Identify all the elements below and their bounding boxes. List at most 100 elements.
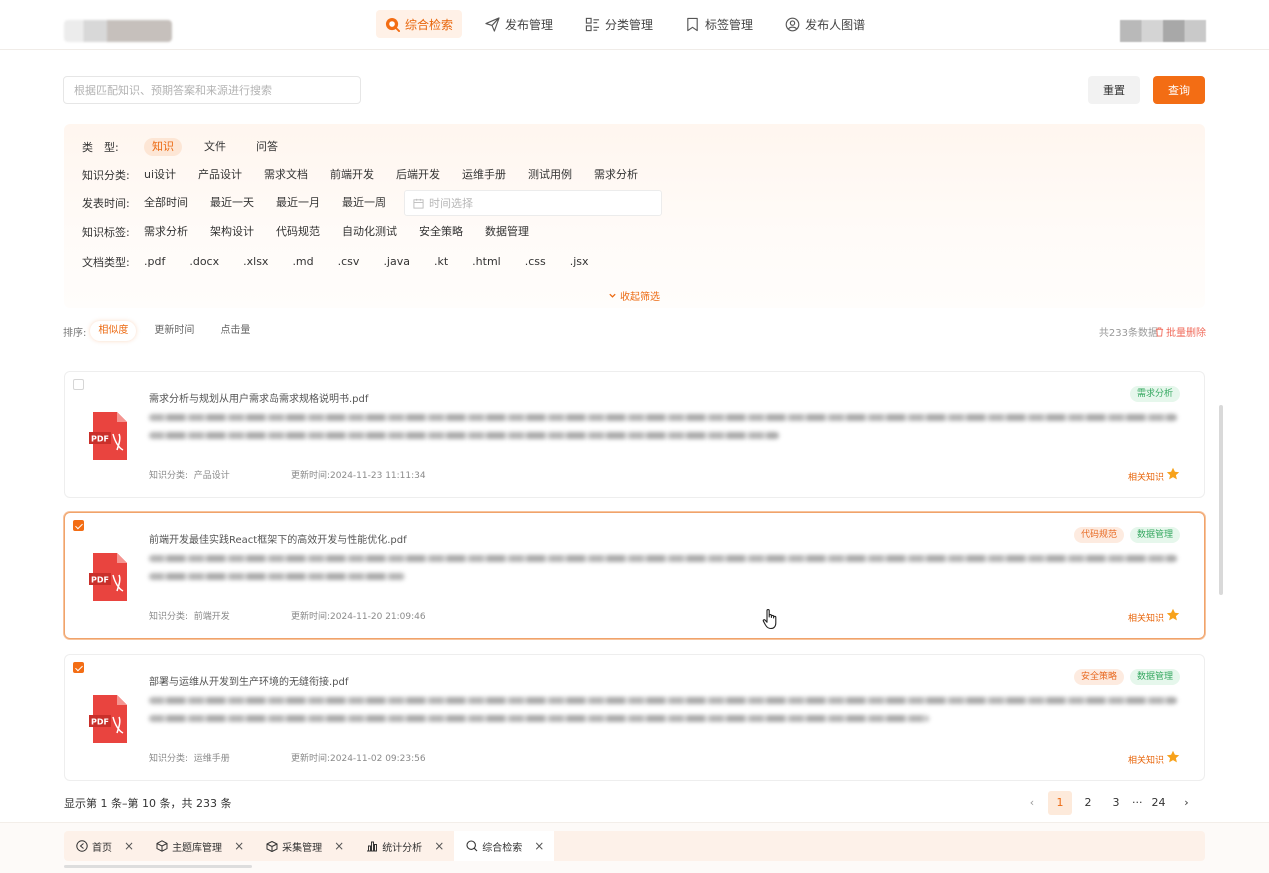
filter-option[interactable]: 需求文档 (256, 166, 316, 184)
search-input[interactable] (63, 76, 361, 104)
user-avatar[interactable] (1120, 20, 1206, 42)
filter-option[interactable]: .jsx (562, 253, 597, 271)
result-card[interactable]: PDF 部署与运维从开发到生产环境的无缝衔接.pdf 知识分类: 运维手册 更新… (64, 654, 1205, 781)
collapse-filter-label: 收起筛选 (620, 292, 660, 303)
tag-badge: 需求分析 (1129, 386, 1180, 402)
filter-option[interactable]: 架构设计 (202, 223, 262, 241)
batch-delete-button[interactable]: 批量删除 (1155, 324, 1206, 339)
result-title[interactable]: 部署与运维从开发到生产环境的无缝衔接.pdf (149, 673, 348, 688)
result-title[interactable]: 前端开发最佳实践React框架下的高效开发与性能优化.pdf (149, 531, 407, 546)
page-button[interactable]: 1 (1048, 791, 1072, 815)
sort-option-clicks[interactable]: 点击量 (212, 321, 258, 341)
nav-item-search[interactable]: 综合检索 (376, 10, 463, 38)
filter-option[interactable]: 文件 (196, 138, 234, 156)
meta-category-label: 知识分类: (149, 471, 189, 481)
meta-category-label: 知识分类: (149, 612, 189, 622)
filter-option[interactable]: .java (375, 253, 418, 271)
close-icon[interactable]: × (434, 839, 444, 853)
filter-option[interactable]: 数据管理 (477, 223, 537, 241)
page-ellipsis[interactable]: ··· (1132, 791, 1143, 815)
results-scrollbar[interactable] (1219, 405, 1223, 595)
tab-collection[interactable]: 采集管理 × (254, 831, 354, 861)
filter-option[interactable]: 最近一周 (334, 194, 394, 212)
result-tags: 安全策略 数据管理 (1073, 669, 1180, 685)
reset-button[interactable]: 重置 (1088, 76, 1140, 104)
filter-option[interactable]: 后端开发 (388, 166, 448, 184)
filter-option[interactable]: .kt (426, 253, 456, 271)
star-icon[interactable] (1166, 467, 1180, 481)
filter-option[interactable]: .css (517, 253, 554, 271)
result-card[interactable]: PDF 前端开发最佳实践React框架下的高效开发与性能优化.pdf 知识分类:… (64, 512, 1205, 639)
prev-page-button[interactable]: ‹ (1020, 791, 1044, 815)
nav-item-label: 综合检索 (405, 17, 454, 32)
page-button[interactable]: 24 (1147, 791, 1171, 815)
filter-option[interactable]: 代码规范 (268, 223, 328, 241)
filter-option[interactable]: ui设计 (144, 166, 184, 184)
filter-option[interactable]: .docx (181, 253, 227, 271)
nav-item-category[interactable]: 分类管理 (576, 10, 662, 38)
result-card[interactable]: PDF 需求分析与规划从用户需求岛需求规格说明书.pdf 知识分类: 产品设计 … (64, 371, 1205, 498)
filter-option[interactable]: 问答 (248, 138, 286, 156)
nav-item-publish[interactable]: 发布管理 (476, 10, 562, 38)
star-icon[interactable] (1166, 750, 1180, 764)
result-meta: 知识分类: 运维手册 更新时间:2024-11-02 09:23:56 (149, 751, 426, 764)
logo[interactable] (64, 20, 172, 42)
result-checkbox[interactable] (73, 379, 84, 390)
related-knowledge-link[interactable]: 相关知识 (1128, 470, 1164, 483)
tab-statistics[interactable]: 统计分析 × (354, 831, 454, 861)
result-checkbox[interactable] (73, 662, 84, 673)
tab-scroll-indicator[interactable] (64, 865, 252, 868)
filter-panel: 类 型: 知识 文件 问答 知识分类: ui设计 产品设计 需求文档 前端开发 … (64, 124, 1205, 308)
filter-option[interactable]: .html (464, 253, 509, 271)
box-icon (266, 841, 278, 852)
close-icon[interactable]: × (234, 839, 244, 853)
filter-option[interactable]: 产品设计 (190, 166, 250, 184)
result-checkbox[interactable] (73, 520, 84, 531)
sort-option-updated[interactable]: 更新时间 (146, 321, 202, 341)
date-picker[interactable]: 时间选择 (404, 190, 662, 216)
close-icon[interactable]: × (534, 839, 544, 853)
nav-item-tags[interactable]: 标签管理 (676, 10, 762, 38)
filter-option[interactable]: .md (284, 253, 321, 271)
filter-option[interactable]: .xlsx (235, 253, 276, 271)
tab-home[interactable]: 首页 × (64, 831, 144, 861)
filter-option[interactable]: 最近一月 (268, 194, 328, 212)
send-icon (485, 16, 500, 32)
tab-label: 统计分析 (382, 842, 423, 854)
next-page-button[interactable]: › (1175, 791, 1199, 815)
collapse-filter-button[interactable]: 收起筛选 (608, 288, 660, 303)
filter-option[interactable]: .csv (330, 253, 368, 271)
filter-option[interactable]: 需求分析 (586, 166, 646, 184)
query-button[interactable]: 查询 (1153, 76, 1205, 104)
filter-option[interactable]: 测试用例 (520, 166, 580, 184)
batch-delete-label: 批量删除 (1166, 328, 1206, 339)
tab-search[interactable]: 综合检索 × (454, 831, 555, 861)
meta-updated: 更新时间:2024-11-20 21:09:46 (291, 612, 426, 622)
page-button[interactable]: 3 (1104, 791, 1128, 815)
filter-option[interactable]: 运维手册 (454, 166, 514, 184)
close-icon[interactable]: × (334, 839, 344, 853)
page-button[interactable]: 2 (1076, 791, 1100, 815)
nav-item-publisher-graph[interactable]: 发布人图谱 (776, 10, 874, 38)
sort-option-similarity[interactable]: 相似度 (90, 321, 137, 341)
tab-theme-library[interactable]: 主题库管理 × (144, 831, 254, 861)
close-icon[interactable]: × (124, 839, 134, 853)
bottom-tab-bar: 首页 × 主题库管理 × 采集管理 × 统计分析 × 综合检索 × (0, 822, 1269, 873)
filter-option[interactable]: 安全策略 (411, 223, 471, 241)
tab-label: 主题库管理 (172, 842, 223, 854)
total-count: 共233条数据 (1098, 328, 1158, 339)
filter-option[interactable]: 前端开发 (322, 166, 382, 184)
related-knowledge-link[interactable]: 相关知识 (1128, 611, 1164, 624)
filter-option[interactable]: 最近一天 (202, 194, 262, 212)
filter-option[interactable]: 自动化测试 (334, 223, 405, 241)
search-icon (466, 840, 478, 852)
related-knowledge-link[interactable]: 相关知识 (1128, 753, 1164, 766)
star-icon[interactable] (1166, 608, 1180, 622)
result-title[interactable]: 需求分析与规划从用户需求岛需求规格说明书.pdf (149, 390, 368, 405)
filter-label: 知识分类: (82, 169, 130, 182)
filter-option[interactable]: 全部时间 (144, 194, 196, 212)
filter-option[interactable]: 需求分析 (144, 223, 196, 241)
date-picker-placeholder: 时间选择 (429, 197, 473, 210)
filter-option[interactable]: .pdf (144, 253, 173, 271)
filter-option[interactable]: 知识 (144, 138, 182, 156)
